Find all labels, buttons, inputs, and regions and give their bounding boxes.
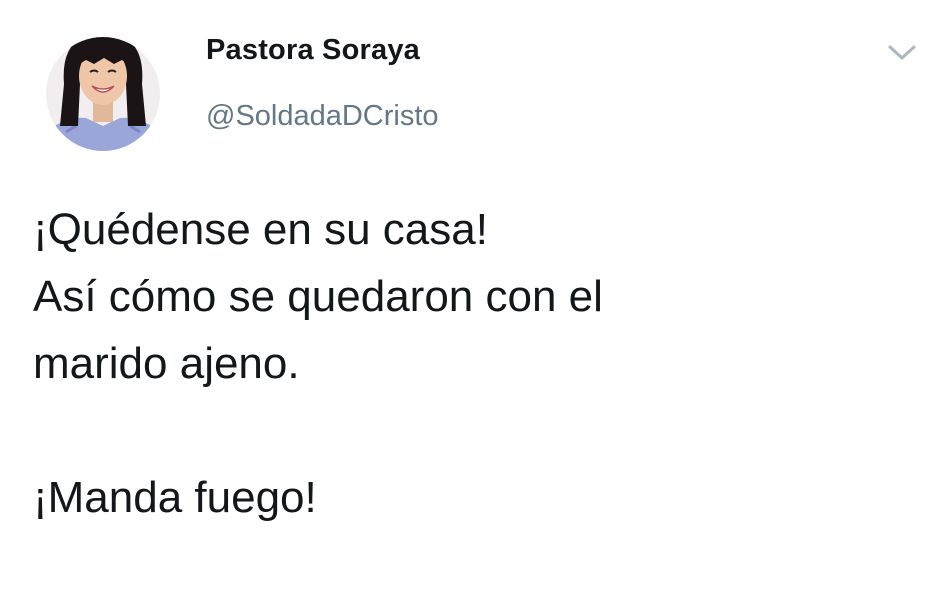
avatar[interactable] xyxy=(46,14,160,154)
chevron-down-icon xyxy=(888,45,916,60)
tweet-line: marido ajeno. xyxy=(33,339,300,388)
display-name[interactable]: Pastora Soraya xyxy=(206,34,420,67)
tweet-closing-line: ¡Manda fuego! xyxy=(33,473,317,522)
tweet-line: ¡Quédense en su casa! xyxy=(33,205,488,254)
profile-photo-avatar xyxy=(46,37,160,151)
tweet-menu-button[interactable] xyxy=(884,38,920,66)
tweet-text: ¡Quédense en su casa! Así cómo se quedar… xyxy=(33,196,913,531)
user-handle[interactable]: @SoldadaDCristo xyxy=(206,100,439,133)
tweet-line: Así cómo se quedaron con el xyxy=(33,272,603,321)
tweet-card: Pastora Soraya @SoldadaDCristo ¡Quédense… xyxy=(0,0,945,607)
